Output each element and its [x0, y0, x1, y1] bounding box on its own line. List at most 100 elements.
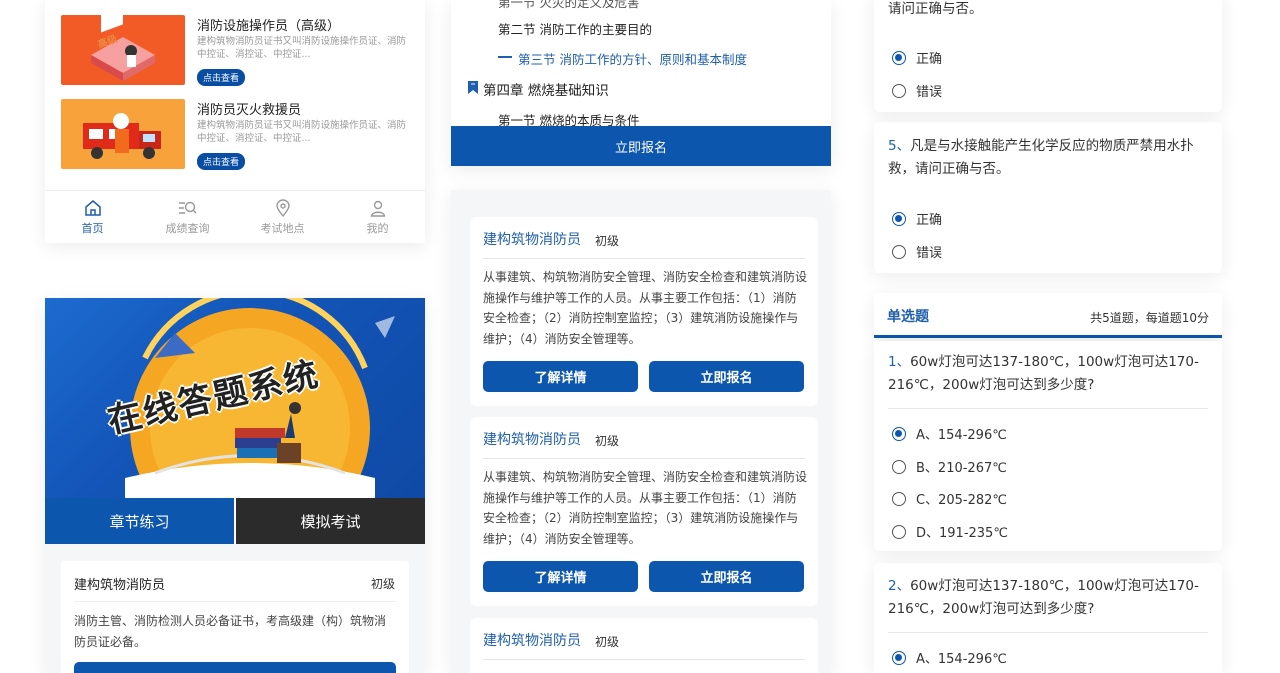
option-false[interactable]: 错误: [892, 242, 942, 261]
enroll-button[interactable]: 立即报名: [649, 561, 804, 592]
fire-truck-icon: [83, 113, 161, 159]
tab-locations[interactable]: 考试地点: [235, 191, 330, 243]
option-label: 错误: [916, 246, 943, 261]
enroll-button[interactable]: 立即报名: [649, 361, 804, 392]
mock-exam-button[interactable]: 模拟考试: [236, 498, 425, 544]
program-card: 建构筑物消防员 初级 从事建筑、构筑物消防安全管理、消防安全检查和建筑消防设施操…: [470, 217, 818, 406]
radio-icon[interactable]: [892, 244, 906, 259]
question-card: 1、60w灯泡可达137-180℃，100w灯泡可达170-216℃，200w灯…: [874, 341, 1222, 551]
program-desc: 从事建筑、构筑物消防安全管理、消防安全检查和建筑消防设施操作与维护等工作的人员。…: [483, 470, 808, 546]
question-number: 5、: [888, 138, 911, 154]
divider: [888, 632, 1208, 633]
question-body: 60w灯泡可达137-180℃，100w灯泡可达170-216℃，200w灯泡可…: [888, 578, 1199, 617]
location-icon: [275, 199, 290, 217]
course-desc: 建构筑物消防员证书又叫消防设施操作员证、消防中控证、消控证、中控证...: [197, 120, 407, 144]
radio-checked-icon[interactable]: [892, 426, 906, 441]
tab-profile[interactable]: 我的: [330, 191, 425, 243]
home-screen: 高级 消防设施操作员（高级） 建构筑物消防员证书又叫消防设施操作员证、消防中控证…: [45, 0, 425, 243]
radio-checked-icon[interactable]: [892, 50, 906, 65]
radio-icon[interactable]: [892, 83, 906, 98]
radio-checked-icon[interactable]: [892, 650, 906, 665]
option-label: B、210-267℃: [916, 461, 1007, 476]
divider: [483, 659, 805, 660]
question-text: 5、凡是与水接触能产生化学反应的物质严禁用水扑救，请问正确与否。: [888, 135, 1213, 181]
program-card: 建构筑物消防员 初级 从事建筑、构筑物消防安全管理、消防安全检查和建筑消防设施操…: [470, 417, 818, 606]
tab-home[interactable]: 首页: [45, 191, 140, 243]
option-a[interactable]: A、154-296℃: [892, 424, 1007, 443]
search-list-icon: [178, 201, 196, 214]
section-summary: 共5道题，每道题10分: [1090, 311, 1209, 325]
question-text: 2、60w灯泡可达137-180℃，100w灯泡可达170-216℃，200w灯…: [888, 575, 1213, 621]
course-desc: 建构筑物消防员证书又叫消防设施操作员证、消防中控证、消控证、中控证...: [197, 36, 407, 60]
question-number: 1、: [888, 354, 911, 370]
details-button[interactable]: 了解详情: [483, 561, 638, 592]
banner: 在线答题系统: [45, 298, 425, 498]
job-title: 建构筑物消防员: [74, 578, 166, 593]
radio-icon[interactable]: [892, 524, 906, 539]
option-label: D、191-235℃: [916, 526, 1008, 541]
home-icon: [84, 200, 101, 216]
divider: [74, 601, 396, 602]
bottom-tabbar: 首页 成绩查询 考试地点 我的: [45, 190, 425, 243]
toc-item-active[interactable]: 第三节 消防工作的方针、原则和基本制度: [518, 49, 747, 68]
option-d[interactable]: D、191-235℃: [892, 522, 1008, 541]
section-title: 单选题: [887, 309, 929, 325]
course-item[interactable]: 消防员灭火救援员 建构筑物消防员证书又叫消防设施操作员证、消防中控证、消控证、中…: [61, 99, 411, 170]
program-list-screen: 建构筑物消防员 初级 从事建筑、构筑物消防安全管理、消防安全检查和建筑消防设施操…: [451, 190, 831, 673]
course-thumbnail: [61, 99, 185, 169]
bookmark-icon: [468, 81, 478, 94]
course-title: 消防设施操作员（高级）: [197, 19, 341, 34]
option-label: 正确: [916, 213, 943, 228]
practice-screen: 在线答题系统 章节练习 模拟考试 建构筑物消防员 初级 消防主管、消防检测人员必…: [45, 298, 425, 673]
course-item[interactable]: 高级 消防设施操作员（高级） 建构筑物消防员证书又叫消防设施操作员证、消防中控证…: [61, 15, 411, 86]
toc-item-cut[interactable]: 第一节 火灾的定义及危害: [498, 0, 639, 11]
course-detail-screen: 第一节 火灾的定义及危害 第二节 消防工作的主要目的 第三节 消防工作的方针、原…: [451, 0, 831, 166]
toc-chapter[interactable]: 第四章 燃烧基础知识: [483, 79, 609, 99]
enroll-now-button[interactable]: 立即报名: [451, 126, 831, 166]
program-title[interactable]: 建构筑物消防员: [483, 630, 581, 650]
option-true[interactable]: 正确: [892, 209, 942, 228]
question-body: 凡是与水接触能产生化学反应的物质严禁用水扑救，请问正确与否。: [888, 138, 1194, 177]
option-label: A、154-296℃: [916, 428, 1007, 443]
question-text: 1、60w灯泡可达137-180℃，100w灯泡可达170-216℃，200w灯…: [888, 351, 1213, 397]
view-button[interactable]: 点击查看: [197, 153, 246, 170]
view-button[interactable]: 点击查看: [197, 69, 246, 86]
program-level: 初级: [595, 635, 620, 649]
question-text: 请问正确与否。: [888, 1, 983, 17]
divider: [483, 258, 805, 259]
program-title[interactable]: 建构筑物消防员: [483, 229, 581, 249]
course-thumbnail: 高级: [61, 15, 185, 85]
course-title: 消防员灭火救援员: [197, 103, 302, 118]
program-desc: 从事建筑、构筑物消防安全管理、消防安全检查和建筑消防设施操作与维护等工作的人员。…: [483, 270, 808, 346]
option-a[interactable]: A、154-296℃: [892, 648, 1007, 667]
chapter-practice-button[interactable]: 章节练习: [45, 498, 236, 544]
question-card: 5、凡是与水接触能产生化学反应的物质严禁用水扑救，请问正确与否。 正确 错误: [874, 122, 1222, 273]
isometric-illustration-icon: [91, 15, 155, 81]
option-label: C、205-282℃: [916, 493, 1007, 508]
option-false[interactable]: 错误: [892, 81, 942, 100]
active-indicator: [498, 56, 512, 58]
details-button[interactable]: 了解详情: [483, 361, 638, 392]
option-true[interactable]: 正确: [892, 48, 942, 67]
option-label: A、154-296℃: [916, 652, 1007, 667]
option-b[interactable]: B、210-267℃: [892, 457, 1007, 476]
mode-switch: 章节练习 模拟考试: [45, 498, 425, 544]
job-action-button[interactable]: [74, 662, 396, 673]
radio-checked-icon[interactable]: [892, 211, 906, 226]
radio-icon[interactable]: [892, 459, 906, 474]
program-level: 初级: [595, 434, 620, 448]
tab-label: 我的: [366, 222, 389, 235]
option-c[interactable]: C、205-282℃: [892, 489, 1007, 508]
program-card: 建构筑物消防员 初级: [470, 618, 818, 673]
job-card[interactable]: 建构筑物消防员 初级 消防主管、消防检测人员必备证书，考高级建（构）筑物消防员证…: [61, 561, 409, 673]
tab-label: 考试地点: [260, 222, 305, 235]
tab-scores[interactable]: 成绩查询: [140, 191, 235, 243]
radio-icon[interactable]: [892, 491, 906, 506]
toc-item[interactable]: 第二节 消防工作的主要目的: [498, 19, 652, 38]
question-card: 请问正确与否。 正确 错误: [874, 0, 1222, 112]
job-desc: 消防主管、消防检测人员必备证书，考高级建（构）筑物消防员证必备。: [74, 614, 387, 649]
option-label: 错误: [916, 85, 943, 100]
tab-label: 首页: [81, 222, 104, 235]
program-title[interactable]: 建构筑物消防员: [483, 429, 581, 449]
question-card: 2、60w灯泡可达137-180℃，100w灯泡可达170-216℃，200w灯…: [874, 563, 1222, 673]
